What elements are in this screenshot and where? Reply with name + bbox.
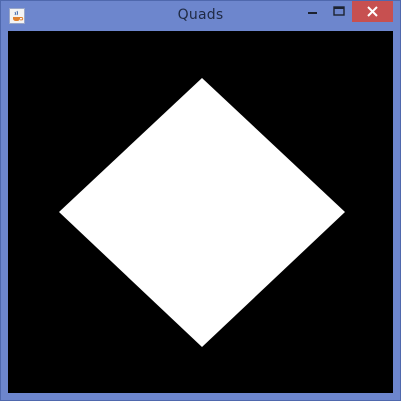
maximize-icon [333,6,345,16]
app-window: Quads [0,0,401,401]
close-button[interactable] [352,1,393,22]
minimize-button[interactable] [299,1,326,22]
maximize-button[interactable] [326,1,352,22]
close-icon [367,6,378,17]
white-diamond-quad [59,78,345,347]
minimize-icon [308,12,317,14]
drawing-canvas[interactable] [8,31,393,393]
titlebar[interactable]: Quads [1,1,400,31]
